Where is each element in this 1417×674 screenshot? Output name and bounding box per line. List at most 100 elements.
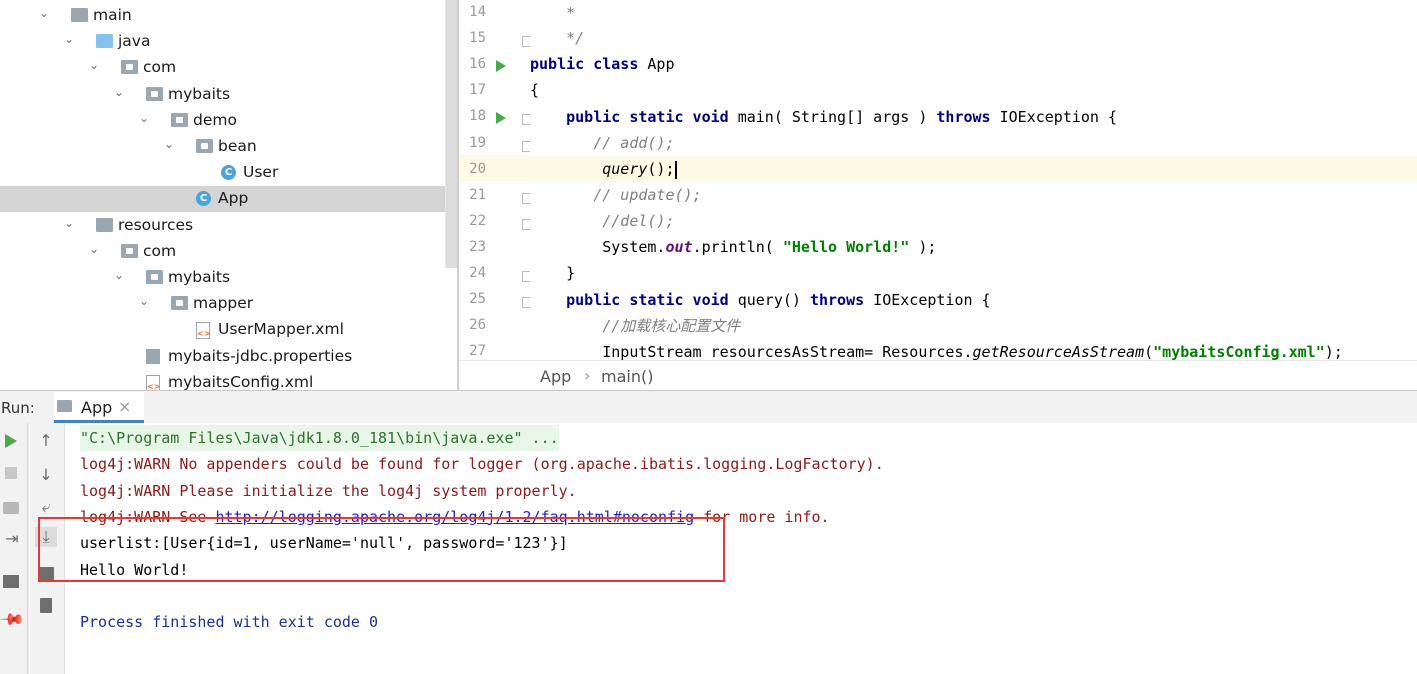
chevron-down-icon[interactable]: ⌄ [162, 137, 176, 151]
layout-icon[interactable] [3, 575, 19, 588]
arrow-down-icon[interactable]: ↓ [35, 465, 57, 484]
tree-item-label: resources [118, 215, 194, 234]
line-number: 14 [469, 4, 486, 20]
code-line-17: { [530, 81, 540, 99]
tree-item[interactable]: ⌄ resources [0, 213, 445, 239]
line-number: 22 [469, 212, 486, 229]
package-icon [146, 86, 163, 101]
close-tab-icon[interactable]: × [118, 397, 131, 416]
chevron-down-icon[interactable]: ⌄ [87, 242, 101, 256]
code-line-18: public static void main( String[] args )… [566, 108, 1118, 126]
stop-icon[interactable] [5, 467, 17, 479]
editor-breadcrumb: App › main() [459, 360, 1417, 391]
highlight-box [38, 517, 725, 582]
tree-item-label: java [118, 32, 151, 51]
code-line-15: */ [530, 29, 585, 47]
breadcrumb-separator: › [584, 366, 591, 385]
breadcrumb-method[interactable]: main() [601, 367, 653, 386]
tree-item-label: mybaits-jdbc.properties [168, 346, 353, 365]
console-line: log4j:WARN No appenders could be found f… [80, 455, 884, 474]
line-number: 25 [469, 291, 486, 308]
xml-file-icon [146, 374, 160, 390]
code-editor[interactable]: * */ public class App { public static vo… [530, 0, 1417, 360]
chevron-down-icon[interactable]: ⌄ [112, 85, 126, 99]
camera-icon[interactable] [3, 502, 19, 514]
run-tab-app[interactable]: App × [54, 392, 144, 423]
code-line-20: query(); [530, 156, 1417, 182]
xml-file-icon [196, 322, 210, 340]
chevron-down-icon[interactable]: ⌄ [112, 268, 126, 282]
run-gutter-icon[interactable] [496, 112, 506, 125]
java-class-icon: C [221, 165, 236, 181]
tree-item[interactable]: C App [0, 186, 445, 213]
package-icon [146, 270, 163, 284]
tree-item-label: mybaits [168, 268, 231, 286]
tree-item-label: com [143, 58, 177, 77]
tree-item-label: mybaitsConfig.xml [168, 372, 314, 390]
line-number: 17 [469, 82, 486, 99]
run-actions-toolbar: ⇥ 📌 [0, 423, 28, 674]
tree-item[interactable]: ⌄ demo [0, 108, 445, 134]
tree-item-label: main [93, 6, 132, 24]
package-icon [121, 243, 138, 258]
run-toolbar: Run: [0, 390, 1417, 424]
tree-item[interactable]: ⌄ main [0, 3, 445, 29]
console-line: log4j:WARN Please initialize the log4j s… [80, 481, 577, 500]
tree-item[interactable]: ⌄ java [0, 29, 445, 55]
tree-item-label: demo [193, 110, 237, 129]
run-label: Run: [1, 399, 35, 417]
tree-item[interactable]: mybaits-jdbc.properties [0, 344, 445, 370]
trash-icon[interactable] [40, 598, 52, 613]
package-icon [171, 112, 188, 127]
run-tab-label: App [81, 398, 113, 417]
line-number: 15 [469, 30, 486, 47]
line-number: 19 [469, 134, 486, 151]
pin-icon[interactable]: 📌 [0, 605, 26, 634]
code-line-25: public static void query() throws IOExce… [566, 291, 991, 309]
chevron-down-icon[interactable]: ⌄ [137, 111, 151, 125]
tree-item[interactable]: ⌄ com [0, 239, 445, 265]
text-caret [674, 160, 677, 179]
tree-item[interactable]: C User [0, 160, 445, 186]
code-line-19: // add(); [593, 134, 675, 152]
line-number: 18 [469, 108, 486, 125]
arrow-up-icon[interactable]: ↑ [35, 431, 57, 450]
soft-wrap-icon[interactable]: ⤶ [35, 497, 57, 517]
package-icon [196, 139, 213, 153]
tree-item[interactable]: ⌄ com [0, 55, 445, 81]
rerun-icon[interactable] [5, 434, 17, 448]
run-gutter-icon[interactable] [496, 60, 506, 73]
tree-item-label: com [143, 241, 177, 260]
tree-item[interactable]: ⌄ mybaits [0, 265, 445, 291]
chevron-down-icon[interactable]: ⌄ [62, 216, 76, 230]
package-icon [171, 296, 188, 311]
tree-item[interactable]: ⌄ mybaits [0, 82, 445, 108]
line-number: 26 [469, 317, 486, 334]
source-folder-icon [96, 34, 113, 49]
java-class-icon: C [196, 191, 211, 207]
tree-item[interactable]: ⌄ mapper [0, 291, 445, 317]
tree-item[interactable]: UserMapper.xml [0, 317, 445, 343]
chevron-down-icon[interactable]: ⌄ [37, 6, 51, 20]
chevron-down-icon[interactable]: ⌄ [87, 58, 101, 72]
chevron-down-icon[interactable]: ⌄ [62, 32, 76, 46]
application-config-icon [57, 400, 72, 412]
tree-item-label: mybaits [168, 84, 231, 103]
tree-item-label: mapper [193, 294, 254, 313]
breadcrumb-class[interactable]: App [540, 367, 571, 386]
project-tree: ⌄ main ⌄ java ⌄ com ⌄ mybaits ⌄ demo ⌄ bean C User C Ap… [0, 0, 445, 390]
code-line-22: //del(); [602, 212, 675, 230]
line-number: 23 [469, 238, 486, 255]
properties-file-icon [146, 348, 160, 364]
resources-folder-icon [96, 217, 113, 232]
tree-item[interactable]: ⌄ bean [0, 134, 445, 160]
line-number: 16 [469, 56, 486, 73]
console-line: "C:\Program Files\Java\jdk1.8.0_181\bin\… [80, 425, 559, 451]
code-line-21: // update(); [593, 186, 702, 204]
line-number: 27 [469, 343, 486, 360]
chevron-down-icon[interactable]: ⌄ [137, 294, 151, 308]
tree-item[interactable]: mybaitsConfig.xml [0, 370, 445, 390]
tree-item-label: App [218, 189, 249, 208]
tree-item-label: bean [218, 137, 257, 155]
login-icon[interactable]: ⇥ [1, 529, 23, 548]
